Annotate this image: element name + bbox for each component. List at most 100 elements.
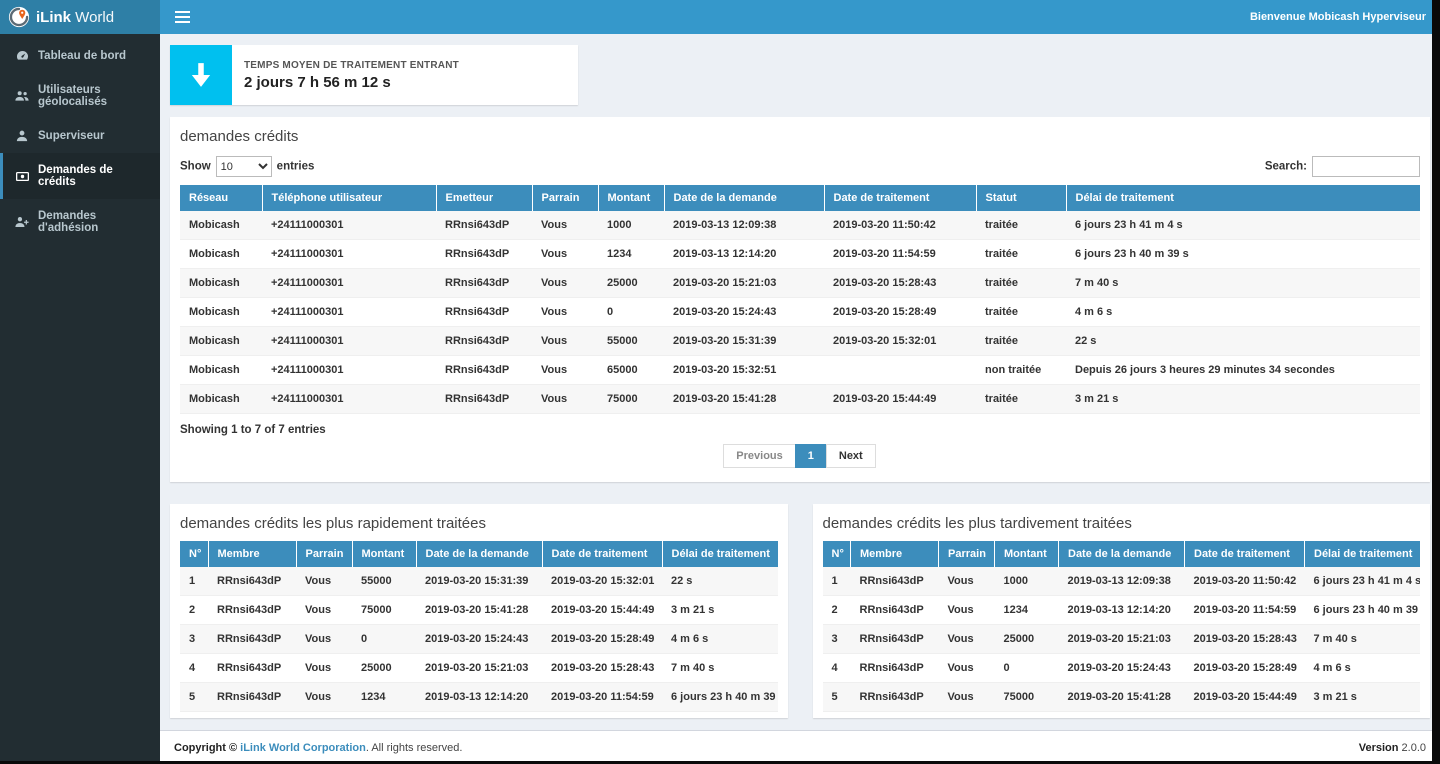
table-cell: +24111000301 — [262, 385, 436, 414]
table-cell: 2 — [180, 596, 208, 625]
table-row: Mobicash+24111000301RRnsi643dPVous550002… — [180, 327, 1420, 356]
column-header[interactable]: Date de la demande — [1059, 541, 1185, 567]
sidebar-item-tableau-de-bord[interactable]: Tableau de bord — [0, 38, 160, 73]
search-input[interactable] — [1312, 156, 1420, 177]
table-cell: Mobicash — [180, 298, 262, 327]
next-page-button[interactable]: Next — [826, 444, 876, 468]
table-cell: 55000 — [598, 327, 664, 356]
sidebar-item-demandes-adhesion[interactable]: Demandes d'adhésion — [0, 199, 160, 245]
main-content: Temps moyen de traitement entrant 2 jour… — [160, 34, 1440, 764]
column-header[interactable]: Statut — [976, 185, 1066, 211]
table-row: 3RRnsi643dPVous02019-03-20 15:24:432019-… — [180, 625, 778, 654]
table-cell: 2019-03-20 15:41:28 — [664, 385, 824, 414]
table-cell: Vous — [532, 385, 598, 414]
table-row: 2RRnsi643dPVous12342019-03-13 12:14:2020… — [823, 596, 1421, 625]
column-header[interactable]: Membre — [851, 541, 939, 567]
table-cell: RRnsi643dP — [208, 625, 296, 654]
table-cell: Vous — [939, 567, 995, 596]
table-cell: 7 m 40 s — [1066, 269, 1420, 298]
table-cell: Vous — [532, 356, 598, 385]
table-cell: 75000 — [352, 596, 416, 625]
table-cell: Depuis 26 jours 3 heures 29 minutes 34 s… — [1066, 356, 1420, 385]
column-header[interactable]: Date de la demande — [664, 185, 824, 211]
column-header[interactable]: Montant — [995, 541, 1059, 567]
column-header[interactable]: Membre — [208, 541, 296, 567]
column-header[interactable]: Date de la demande — [416, 541, 542, 567]
sidebar-toggle-button[interactable] — [160, 0, 204, 34]
table-cell: 6 jours 23 h 41 m 4 s — [1066, 211, 1420, 240]
previous-page-button[interactable]: Previous — [723, 444, 795, 468]
table-cell: RRnsi643dP — [851, 683, 939, 712]
column-header[interactable]: N° — [823, 541, 851, 567]
column-header[interactable]: Date de traitement — [542, 541, 662, 567]
table-cell: Mobicash — [180, 327, 262, 356]
company-link[interactable]: iLink World Corporation — [240, 742, 366, 754]
table-row: Mobicash+24111000301RRnsi643dPVous123420… — [180, 240, 1420, 269]
table-cell: RRnsi643dP — [436, 327, 532, 356]
sidebar-nav: Tableau de bord Utilisateurs géolocalisé… — [0, 34, 160, 245]
table-cell: 2019-03-13 12:14:20 — [664, 240, 824, 269]
table-cell: Vous — [532, 240, 598, 269]
table-cell: Vous — [939, 596, 995, 625]
page-length-select[interactable]: 10 — [216, 156, 272, 177]
column-header[interactable]: Montant — [352, 541, 416, 567]
table-cell: RRnsi643dP — [436, 240, 532, 269]
column-header[interactable]: Réseau — [180, 185, 262, 211]
column-header[interactable]: Téléphone utilisateur — [262, 185, 436, 211]
table-cell: traitée — [976, 240, 1066, 269]
sidebar-item-superviseur[interactable]: Superviseur — [0, 119, 160, 153]
column-header[interactable]: Parrain — [532, 185, 598, 211]
column-header[interactable]: Parrain — [939, 541, 995, 567]
table-cell: RRnsi643dP — [208, 567, 296, 596]
sidebar-item-label: Demandes d'adhésion — [38, 210, 152, 234]
sidebar-item-label: Demandes de crédits — [38, 164, 152, 188]
sidebar-item-demandes-de-credits[interactable]: Demandes de crédits — [0, 153, 160, 199]
table-cell: RRnsi643dP — [851, 567, 939, 596]
column-header[interactable]: Délai de traitement — [662, 541, 778, 567]
table-cell: 4 m 6 s — [662, 625, 778, 654]
table-cell: +24111000301 — [262, 269, 436, 298]
table-cell: RRnsi643dP — [436, 211, 532, 240]
table-row: Mobicash+24111000301RRnsi643dPVous02019-… — [180, 298, 1420, 327]
table-row: Mobicash+24111000301RRnsi643dPVous650002… — [180, 356, 1420, 385]
table-cell: 65000 — [598, 356, 664, 385]
table-cell: 2019-03-20 15:21:03 — [416, 654, 542, 683]
page-1-button[interactable]: 1 — [795, 444, 827, 468]
table-cell: RRnsi643dP — [436, 356, 532, 385]
users-location-icon — [14, 90, 30, 102]
table-cell: 2019-03-13 12:09:38 — [664, 211, 824, 240]
table-cell: 2019-03-13 12:09:38 — [1059, 567, 1185, 596]
column-header[interactable]: Date de traitement — [824, 185, 976, 211]
table-row: 4RRnsi643dPVous02019-03-20 15:24:432019-… — [823, 654, 1421, 683]
table-search-control: Search: — [1265, 156, 1420, 177]
table-cell: 7 m 40 s — [1305, 625, 1421, 654]
column-header[interactable]: Délai de traitement — [1305, 541, 1421, 567]
brand-logo[interactable]: iLink World — [0, 0, 160, 34]
footer: Copyright © iLink World Corporation. All… — [160, 730, 1440, 764]
welcome-text: Bienvenue Mobicash Hyperviseur — [1250, 11, 1440, 23]
show-label: Show — [180, 161, 211, 173]
column-header[interactable]: N° — [180, 541, 208, 567]
table-cell: 2019-03-20 15:28:43 — [824, 269, 976, 298]
table-cell: 75000 — [598, 385, 664, 414]
table-cell: 2019-03-20 15:41:28 — [416, 596, 542, 625]
sidebar-item-utilisateurs-geolocalises[interactable]: Utilisateurs géolocalisés — [0, 73, 160, 119]
column-header[interactable]: Montant — [598, 185, 664, 211]
table-cell: 2019-03-20 11:50:42 — [1185, 567, 1305, 596]
table-cell: +24111000301 — [262, 240, 436, 269]
brand-name: iLink World — [36, 9, 114, 26]
column-header[interactable]: Date de traitement — [1185, 541, 1305, 567]
table-cell — [824, 356, 976, 385]
table-cell: 2019-03-20 15:41:28 — [1059, 683, 1185, 712]
table-cell: 2019-03-20 15:21:03 — [664, 269, 824, 298]
copyright-prefix: Copyright © — [174, 742, 240, 754]
column-header[interactable]: Parrain — [296, 541, 352, 567]
table-cell: +24111000301 — [262, 211, 436, 240]
column-header[interactable]: Délai de traitement — [1066, 185, 1420, 211]
table-cell: RRnsi643dP — [436, 269, 532, 298]
table-cell: 2019-03-13 12:14:20 — [416, 683, 542, 712]
table-cell: non traitée — [976, 356, 1066, 385]
table-row: 2RRnsi643dPVous750002019-03-20 15:41:282… — [180, 596, 778, 625]
avg-processing-time-infobox: Temps moyen de traitement entrant 2 jour… — [170, 45, 578, 105]
column-header[interactable]: Emetteur — [436, 185, 532, 211]
